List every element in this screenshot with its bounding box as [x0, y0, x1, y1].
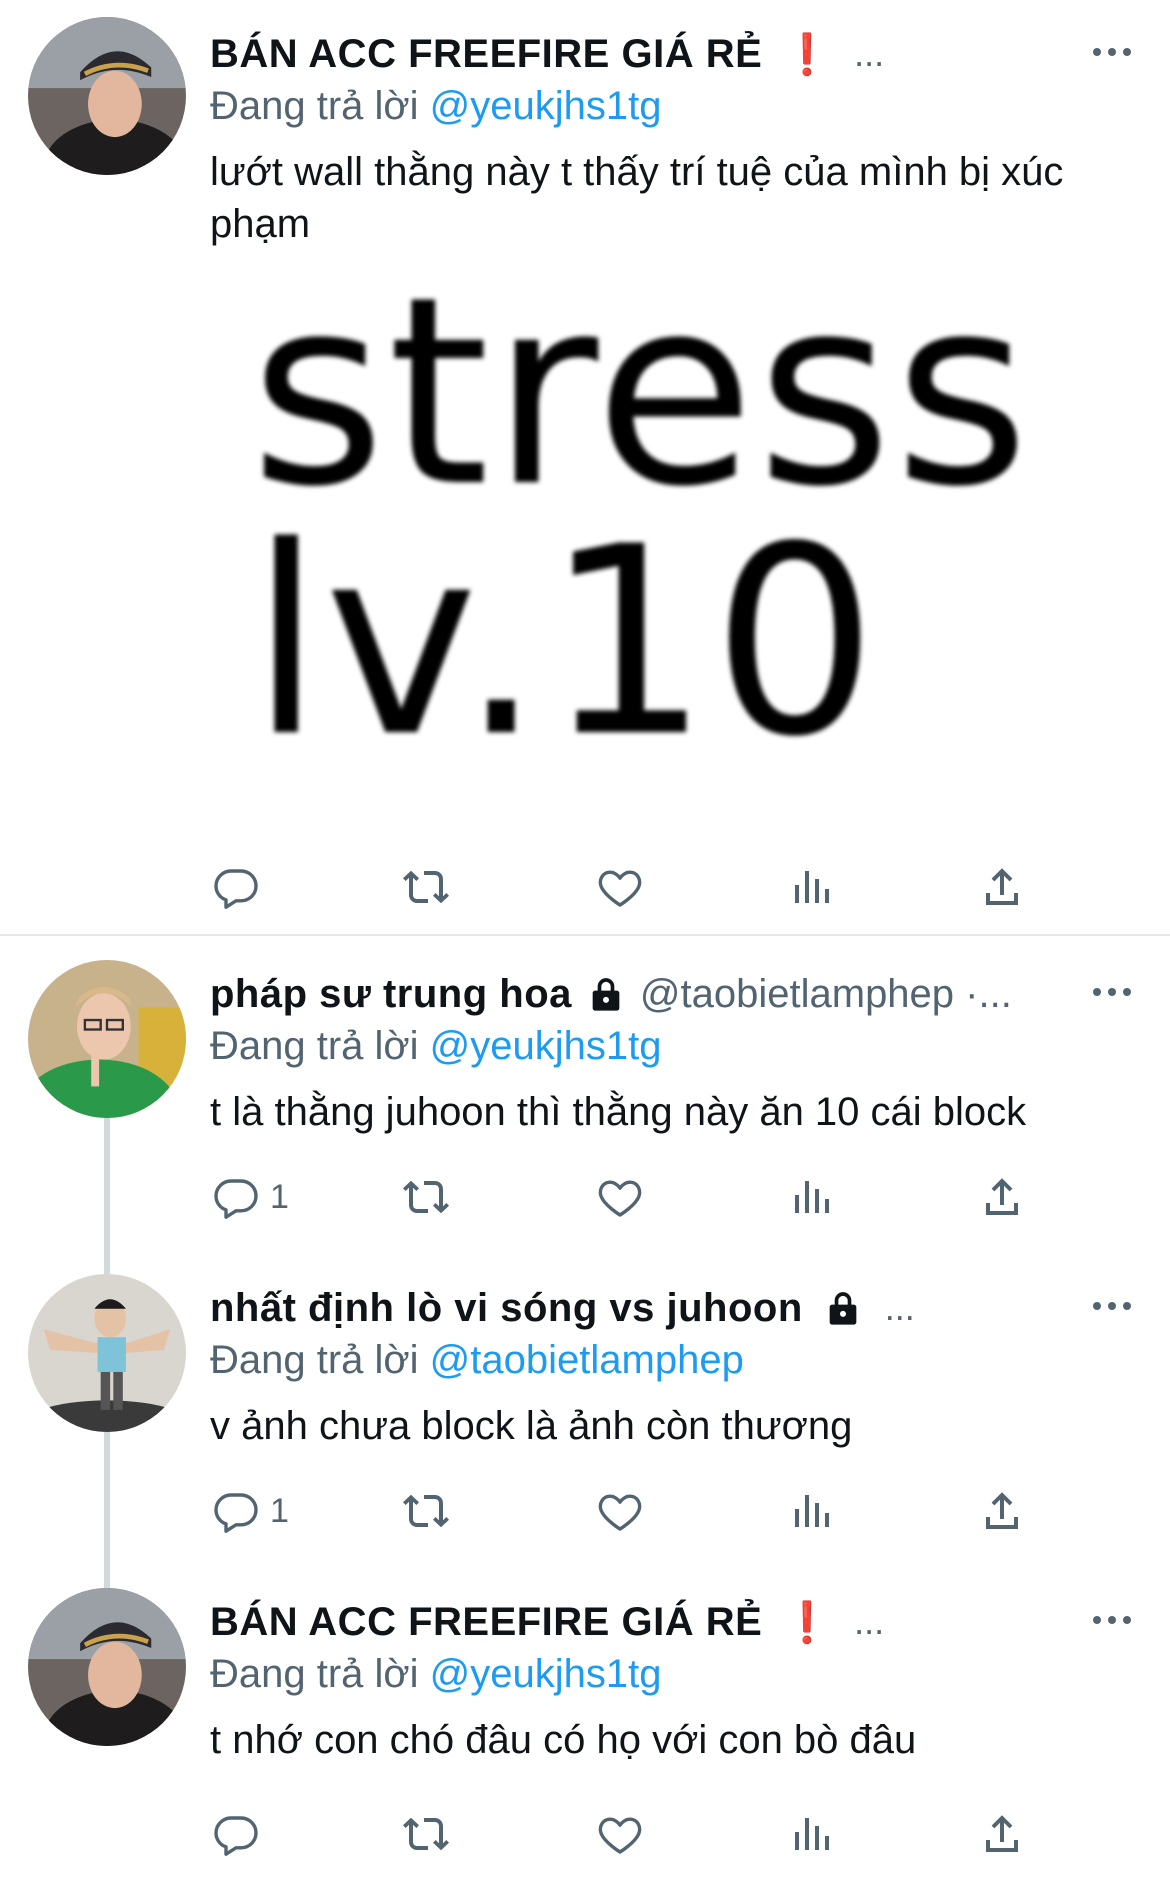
display-name[interactable]: BÁN ACC FREEFIRE GIÁ RẺ [210, 32, 762, 77]
retweet-button[interactable] [402, 1810, 450, 1858]
tweet-text: v ảnh chưa block là ảnh còn thương [210, 1404, 853, 1448]
views-button[interactable] [788, 1810, 836, 1858]
reply-mention-link[interactable]: @yeukjhs1tg [430, 84, 662, 128]
avatar[interactable] [28, 17, 186, 175]
header-ellipsis: ... [884, 1287, 915, 1328]
reply-button[interactable] [212, 1810, 270, 1858]
reply-mention-link[interactable]: @yeukjhs1tg [430, 1652, 662, 1696]
replying-to-label: Đang trả lời [210, 1652, 419, 1696]
tweet-text: t nhớ con chó đâu có họ với con bò đâu [210, 1718, 917, 1762]
avatar[interactable] [28, 1274, 186, 1432]
exclamation-emoji-icon: ❗ [782, 32, 833, 77]
tweet-media-image[interactable]: stress lv.10 [250, 242, 1032, 794]
more-icon[interactable] [1090, 1610, 1134, 1630]
tweet-1[interactable]: BÁN ACC FREEFIRE GIÁ RẺ ❗ ... Đang trả l… [0, 0, 1170, 936]
share-button[interactable] [978, 1810, 1026, 1858]
tweet-header: pháp sư trung hoa @taobietlamphep ·... [210, 968, 1134, 1020]
retweet-button[interactable] [402, 863, 450, 911]
reply-icon [212, 863, 260, 911]
tweet-header: BÁN ACC FREEFIRE GIÁ RẺ ❗ ... [210, 28, 1134, 80]
reply-count: 1 [270, 1491, 289, 1530]
reply-count: 1 [270, 1177, 289, 1216]
replying-to: Đang trả lời @yeukjhs1tg [210, 80, 1134, 132]
tweet-2[interactable]: pháp sư trung hoa @taobietlamphep ·... Đ… [0, 936, 1170, 1256]
reply-button[interactable]: 1 [212, 1173, 289, 1221]
thread-line [104, 1432, 110, 1572]
views-button[interactable] [788, 863, 836, 911]
share-icon [978, 863, 1026, 911]
retweet-icon [402, 1173, 450, 1221]
tweet-actions [210, 1804, 1010, 1864]
reply-icon [212, 1810, 260, 1858]
reply-icon [212, 1173, 260, 1221]
reply-button[interactable] [212, 863, 270, 911]
more-icon[interactable] [1090, 1296, 1134, 1316]
media-text-line-1: stress [250, 242, 1032, 544]
replying-to: Đang trả lời @yeukjhs1tg [210, 1020, 1134, 1072]
tweet-3[interactable]: nhất định lò vi sóng vs juhoon ... Đang … [0, 1250, 1170, 1572]
tweet-text: lướt wall thằng này t thấy trí tuệ của m… [210, 150, 1064, 246]
replying-to: Đang trả lời @taobietlamphep [210, 1334, 1134, 1386]
share-button[interactable] [978, 1173, 1026, 1221]
like-button[interactable] [596, 1173, 644, 1221]
like-button[interactable] [596, 1810, 644, 1858]
more-icon[interactable] [1090, 42, 1134, 62]
like-icon [596, 863, 644, 911]
lock-icon [823, 1288, 863, 1328]
more-icon[interactable] [1090, 982, 1134, 1002]
reply-icon [212, 1487, 260, 1535]
media-text-line-2: lv.10 [250, 492, 880, 794]
lock-icon [586, 974, 626, 1014]
like-button[interactable] [596, 1487, 644, 1535]
tweet-header: BÁN ACC FREEFIRE GIÁ RẺ ❗ ... [210, 1596, 1134, 1648]
retweet-icon [402, 1810, 450, 1858]
like-icon [596, 1487, 644, 1535]
replying-to-label: Đang trả lời [210, 1338, 419, 1382]
header-ellipsis: ... [854, 1601, 885, 1642]
views-icon [788, 1487, 836, 1535]
thread-line-top [104, 1564, 110, 1590]
tweet-header: nhất định lò vi sóng vs juhoon ... [210, 1282, 1134, 1334]
reply-mention-link[interactable]: @taobietlamphep [430, 1338, 744, 1382]
like-icon [596, 1173, 644, 1221]
like-icon [596, 1810, 644, 1858]
replying-to: Đang trả lời @yeukjhs1tg [210, 1648, 1134, 1700]
display-name[interactable]: nhất định lò vi sóng vs juhoon [210, 1286, 803, 1331]
avatar[interactable] [28, 960, 186, 1118]
share-icon [978, 1810, 1026, 1858]
share-button[interactable] [978, 1487, 1026, 1535]
tweet-4[interactable]: BÁN ACC FREEFIRE GIÁ RẺ ❗ ... Đang trả l… [0, 1564, 1170, 1877]
like-button[interactable] [596, 863, 644, 911]
header-ellipsis: ... [854, 33, 885, 74]
thread-line [104, 1116, 110, 1256]
tweet-text: t là thằng juhoon thì thằng này ăn 10 cá… [210, 1090, 1027, 1134]
share-icon [978, 1487, 1026, 1535]
thread-line-top [104, 1250, 110, 1274]
tweet-actions: 1 [210, 1167, 1010, 1227]
share-icon [978, 1173, 1026, 1221]
retweet-icon [402, 863, 450, 911]
reply-mention-link[interactable]: @yeukjhs1tg [430, 1024, 662, 1068]
replying-to-label: Đang trả lời [210, 84, 419, 128]
views-button[interactable] [788, 1173, 836, 1221]
display-name[interactable]: BÁN ACC FREEFIRE GIÁ RẺ [210, 1600, 762, 1645]
views-icon [788, 863, 836, 911]
views-button[interactable] [788, 1487, 836, 1535]
exclamation-emoji-icon: ❗ [782, 1600, 833, 1645]
reply-button[interactable]: 1 [212, 1487, 289, 1535]
user-handle[interactable]: @taobietlamphep ·... [640, 972, 1012, 1017]
display-name[interactable]: pháp sư trung hoa [210, 972, 572, 1017]
retweet-button[interactable] [402, 1173, 450, 1221]
tweet-actions [210, 857, 1010, 917]
retweet-button[interactable] [402, 1487, 450, 1535]
share-button[interactable] [978, 863, 1026, 911]
views-icon [788, 1173, 836, 1221]
replying-to-label: Đang trả lời [210, 1024, 419, 1068]
views-icon [788, 1810, 836, 1858]
retweet-icon [402, 1487, 450, 1535]
avatar[interactable] [28, 1588, 186, 1746]
tweet-actions: 1 [210, 1481, 1010, 1541]
